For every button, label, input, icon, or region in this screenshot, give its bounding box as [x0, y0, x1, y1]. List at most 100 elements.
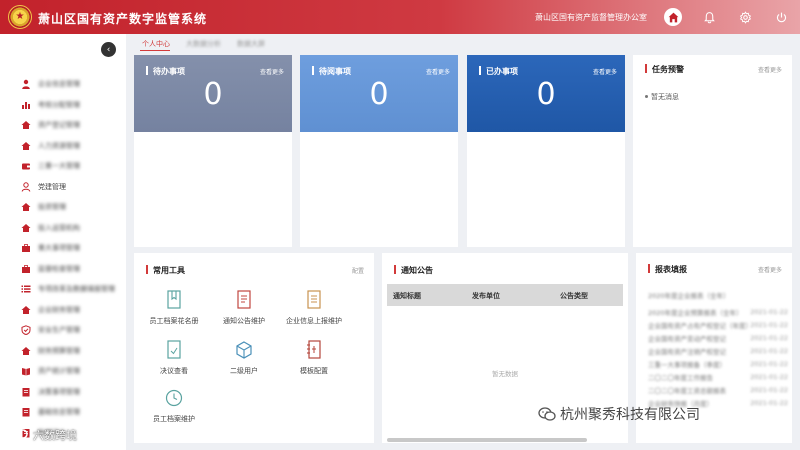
gear-icon[interactable]	[736, 8, 754, 26]
report-row[interactable]: 企业国有资产变动产权登记 2021-01-22	[648, 334, 788, 343]
tool-secondary-users[interactable]: 二级用户	[209, 340, 279, 376]
sidebar-item[interactable]: 专项改革及数据填报管理	[0, 279, 126, 300]
done-card[interactable]: 已办事项 查看更多 0	[467, 55, 625, 247]
sidebar-item[interactable]: 财务预算管理	[0, 341, 126, 362]
collapse-sidebar-button[interactable]: ‹	[101, 42, 116, 57]
tool-label: 二级用户	[230, 367, 258, 375]
tool-enterprise-report[interactable]: 企业信息上报维护	[279, 290, 349, 326]
report-row[interactable]: 企业国有资产占有产权登记（年度） 2021-01-22	[648, 321, 788, 330]
report-row[interactable]: 三重一大事项报备（季度） 2021-01-22	[648, 360, 788, 369]
report-row[interactable]: 2020年度企业报表（全年）	[648, 291, 730, 300]
sidebar-item[interactable]: 基础信息管理	[0, 402, 126, 423]
tool-employee-roster[interactable]: 员工档案花名册	[139, 290, 209, 326]
tool-label: 员工档案维护	[153, 415, 195, 423]
common-tools-title: 常用工具	[153, 266, 185, 275]
tab-big-data-analysis[interactable]: 大数据分析	[186, 39, 221, 51]
home-icon	[21, 202, 31, 212]
todo-count: 0	[203, 77, 223, 112]
view-more-link[interactable]: 查看更多	[758, 265, 782, 274]
sidebar-item-label: 考核分配管理	[38, 100, 80, 109]
tool-label: 模板配置	[300, 367, 328, 375]
sidebar-item[interactable]: 重大事项管理	[0, 238, 126, 259]
resolution-icon	[164, 340, 184, 360]
sidebar-item[interactable]: 考核分配管理	[0, 95, 126, 116]
watermark-left: 六数跨境	[8, 427, 77, 443]
report-date: 2021-01-22	[750, 347, 788, 355]
template-icon	[304, 340, 324, 360]
tab-data-screen[interactable]: 数据大屏	[237, 39, 265, 51]
title-marker	[394, 265, 396, 274]
report-date: 2021-01-22	[750, 360, 788, 368]
home-icon	[21, 346, 31, 356]
done-count: 0	[536, 77, 556, 112]
column-header: 公告类型	[560, 292, 588, 300]
report-row[interactable]: 二〇二〇年度工资总额报表 2021-01-22	[648, 386, 788, 395]
sidebar-item-label: 人力资源管理	[38, 141, 80, 150]
view-more-link[interactable]: 查看更多	[758, 65, 782, 74]
sidebar-item[interactable]: 安全生产管理	[0, 320, 126, 341]
report-date: 2021-01-22	[750, 399, 788, 407]
title-marker	[648, 264, 650, 273]
sidebar-item-label: 企业信息管理	[38, 80, 80, 89]
bullet-dot	[645, 95, 648, 98]
toread-card[interactable]: 待阅事项 查看更多 0	[300, 55, 458, 247]
sidebar-item[interactable]: 资产登记管理	[0, 115, 126, 136]
form-icon	[304, 290, 324, 310]
report-row[interactable]: 企业国有资产注销产权登记 2021-01-22	[648, 347, 788, 356]
horizontal-scrollbar[interactable]	[387, 438, 587, 442]
report-date: 2021-01-22	[750, 373, 788, 381]
doc-icon	[21, 387, 31, 397]
report-row[interactable]: 二〇二〇年度工作报告 2021-01-22	[648, 373, 788, 382]
sidebar-item[interactable]: 党建管理	[0, 177, 126, 198]
power-icon[interactable]	[772, 8, 790, 26]
sidebar-item[interactable]: 企业财务管理	[0, 300, 126, 321]
bell-icon[interactable]	[700, 8, 718, 26]
tool-resolution-view[interactable]: 决议查看	[139, 340, 209, 376]
report-title: 企业国有资产注销产权登记	[648, 348, 726, 356]
doc-icon	[21, 407, 31, 417]
view-more-link[interactable]: 查看更多	[593, 67, 617, 76]
home-icon	[21, 223, 31, 233]
tool-notice-maintenance[interactable]: 通知公告维护	[209, 290, 279, 326]
sidebar-item[interactable]: 三重一大管理	[0, 156, 126, 177]
briefcase-icon	[21, 243, 31, 253]
done-card-title: 已办事项	[486, 67, 518, 76]
title-marker	[146, 66, 148, 75]
task-alert-empty: 暂无消息	[651, 93, 679, 101]
tool-template-config[interactable]: 模板配置	[279, 340, 349, 376]
report-title: 二〇二〇年度工作报告	[648, 374, 713, 382]
sidebar-item[interactable]: 企业信息管理	[0, 74, 126, 95]
tool-employee-archive[interactable]: 员工档案维护	[139, 388, 209, 424]
sidebar-item[interactable]: 投入运营机构	[0, 218, 126, 239]
sidebar: ‹ 企业信息管理 考核分配管理 资产登记管理 人力资源管理 三重一大管理 党建管…	[0, 34, 126, 450]
clock-icon	[164, 388, 184, 408]
column-header: 通知标题	[393, 292, 421, 300]
view-more-link[interactable]: 查看更多	[426, 67, 450, 76]
report-date: 2021-01-22	[750, 308, 788, 316]
org-name: 萧山区国有资产监督管理办公室	[535, 13, 647, 22]
config-link[interactable]: 配置	[352, 266, 364, 275]
home-icon[interactable]	[664, 8, 682, 26]
sidebar-item-label: 基础信息管理	[38, 408, 80, 417]
sidebar-item[interactable]: 监督检查管理	[0, 259, 126, 280]
report-row[interactable]: 2020年度企业预算报表（全年） 2021-01-22	[648, 308, 788, 317]
user-icon	[21, 182, 31, 192]
home-icon	[21, 141, 31, 151]
sidebar-item[interactable]: 决策事项管理	[0, 382, 126, 403]
task-alert-card: 任务预警 查看更多 暂无消息	[633, 55, 792, 247]
sidebar-item[interactable]: 资产统计管理	[0, 361, 126, 382]
todo-card[interactable]: 待办事项 查看更多 0	[134, 55, 292, 247]
shield-icon	[21, 325, 31, 336]
notice-empty: 暂无数据	[492, 370, 518, 378]
title-marker	[146, 265, 148, 274]
person-icon	[21, 79, 31, 90]
chart-icon	[21, 100, 31, 110]
view-more-link[interactable]: 查看更多	[260, 67, 284, 76]
sidebar-item[interactable]: 投资管理	[0, 197, 126, 218]
sidebar-item[interactable]: 人力资源管理	[0, 136, 126, 157]
task-alert-title: 任务预警	[652, 65, 684, 74]
sidebar-item-label: 决策事项管理	[38, 387, 80, 396]
home-icon	[21, 305, 31, 315]
wallet-icon	[21, 161, 31, 171]
book-icon	[21, 366, 31, 376]
